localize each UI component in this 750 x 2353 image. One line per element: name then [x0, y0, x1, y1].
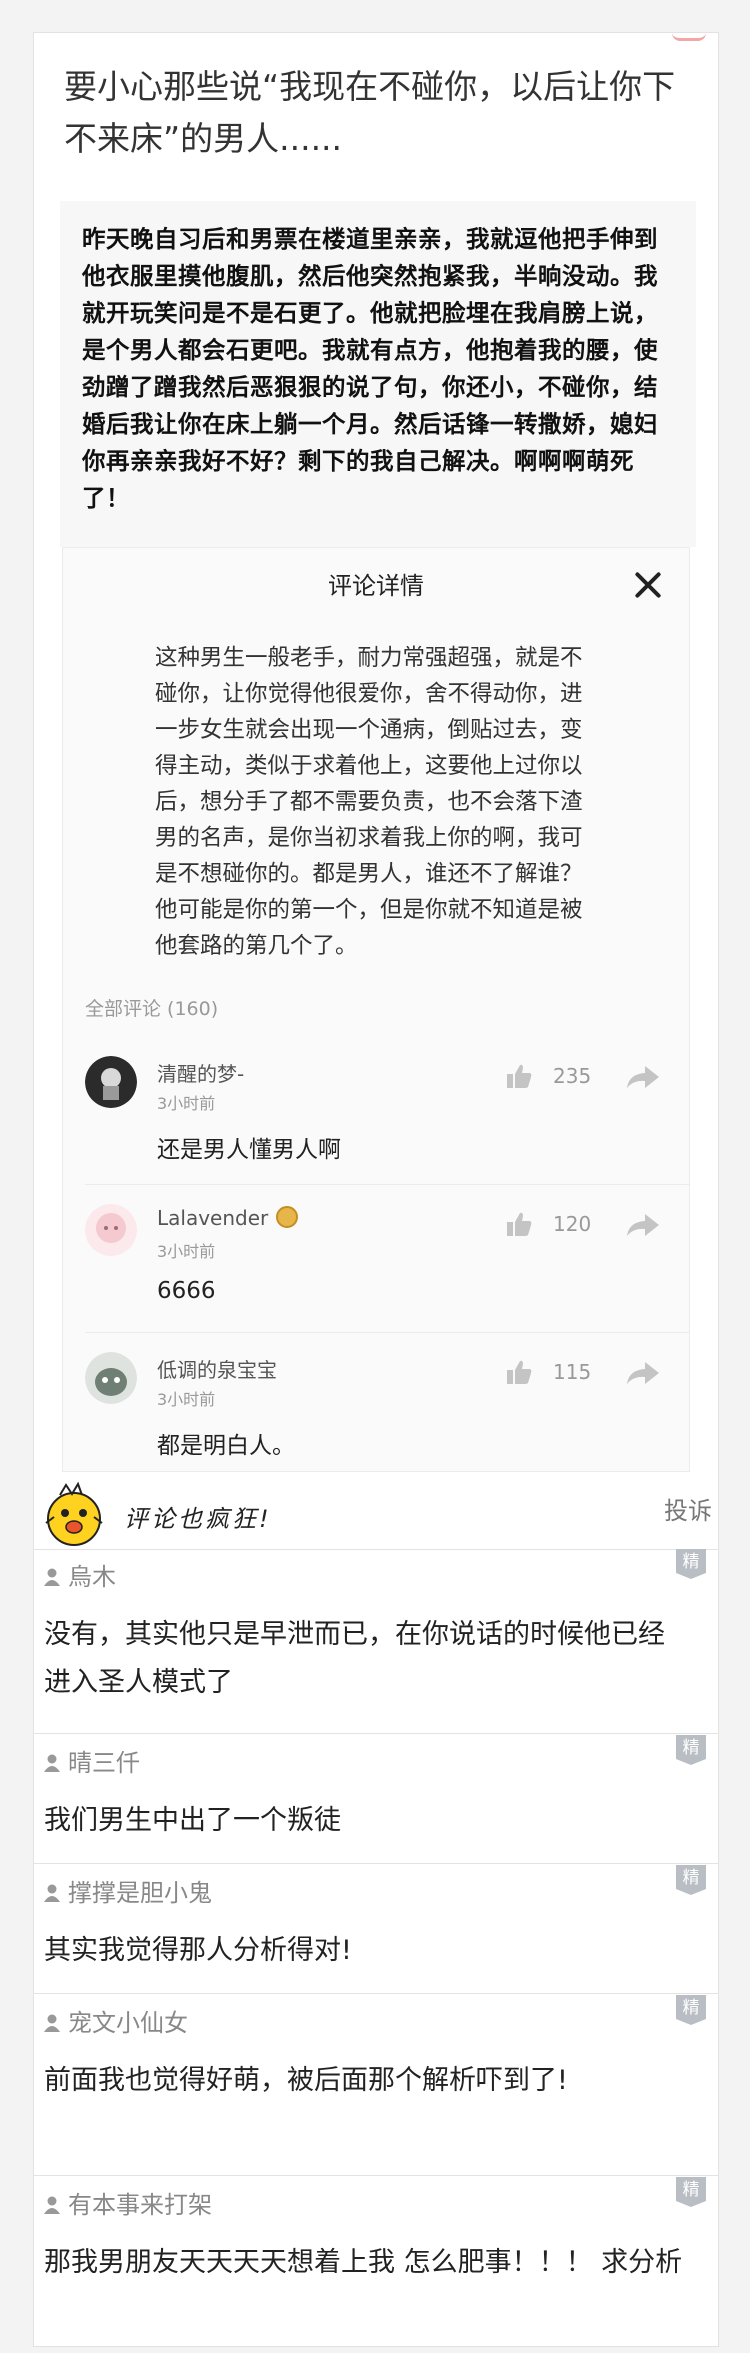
reply-author[interactable]: 晴三仟	[44, 1743, 140, 1778]
share-arrow-icon[interactable]	[625, 1360, 661, 1386]
like-count: 115	[553, 1360, 592, 1384]
all-comments-count[interactable]: 全部评论 (160)	[85, 994, 218, 1021]
reply-item: 撑撑是胆小鬼 精 其实我觉得那人分析得对!	[34, 1865, 718, 1993]
close-icon[interactable]	[633, 570, 663, 600]
user-icon	[44, 1884, 60, 1902]
thumbs-up-icon[interactable]	[505, 1210, 533, 1238]
story-screenshot: 昨天晚自习后和男票在楼道里亲亲，我就逗他把手伸到他衣服里摸他腹肌，然后他突然抱紧…	[60, 201, 696, 547]
featured-badge: 精	[676, 1865, 706, 1895]
comment-item: 低调的泉宝宝 3小时前 115 都是明白人。	[63, 1332, 689, 1482]
reply-text: 那我男朋友天天天天想着上我 怎么肥事！！！ 求分析	[44, 2247, 683, 2278]
comment-time: 3小时前	[157, 1390, 216, 1409]
panel-title: 评论详情	[328, 572, 424, 600]
crazy-comments-header: 评论也疯狂! 投诉	[36, 1479, 720, 1549]
comment-author[interactable]: 清醒的梦-	[157, 1058, 244, 1087]
reply-item: 晴三仟 精 我们男生中出了一个叛徒	[34, 1735, 718, 1863]
user-icon	[44, 1754, 60, 1772]
comment-item: Lalavender 3小时前 120 6666	[63, 1184, 689, 1334]
featured-badge: 精	[676, 2177, 706, 2207]
reply-author-name: 晴三仟	[68, 1749, 140, 1777]
share-arrow-icon[interactable]	[625, 1064, 661, 1090]
thumbs-up-icon[interactable]	[505, 1358, 533, 1386]
reply-author-name: 撑撑是胆小鬼	[68, 1879, 212, 1907]
reply-text: 我们男生中出了一个叛徒	[44, 1805, 341, 1836]
divider	[34, 2175, 718, 2176]
comment-author[interactable]: Lalavender	[157, 1206, 299, 1230]
reply-author[interactable]: 撑撑是胆小鬼	[44, 1873, 212, 1908]
reply-item: 烏木 精 没有，其实他只是早泄而已，在你说话的时候他已经进入圣人模式了	[34, 1549, 718, 1731]
reply-author[interactable]: 烏木	[44, 1557, 116, 1592]
comment-author[interactable]: 低调的泉宝宝	[157, 1354, 277, 1383]
divider	[85, 1184, 689, 1185]
yellow-chick-icon	[45, 1481, 103, 1546]
medal-icon	[276, 1206, 299, 1228]
post-card: 要小心那些说“我现在不碰你，以后让你下不来床”的男人...... 昨天晚自习后和…	[33, 32, 719, 2347]
avatar[interactable]	[85, 1056, 137, 1108]
avatar[interactable]	[85, 1204, 137, 1256]
like-count: 120	[553, 1212, 592, 1236]
divider	[34, 1733, 718, 1734]
corner-decoration	[672, 33, 706, 41]
divider	[34, 1993, 718, 1994]
comment-time: 3小时前	[157, 1094, 216, 1113]
reply-author-name: 宠文小仙女	[68, 2009, 188, 2037]
featured-badge: 精	[676, 1549, 706, 1579]
user-icon	[44, 2196, 60, 2214]
comment-detail-panel: 评论详情 这种男生一般老手，耐力常强超强，就是不碰你，让你觉得他很爱你，舍不得动…	[62, 547, 690, 1472]
avatar[interactable]	[85, 1352, 137, 1404]
comment-text: 都是明白人。	[157, 1433, 295, 1459]
reply-author[interactable]: 有本事来打架	[44, 2185, 212, 2220]
comment-item: 清醒的梦- 3小时前 235 还是男人懂男人啊	[63, 1036, 689, 1186]
comment-author-label: Lalavender	[157, 1206, 269, 1230]
comment-time: 3小时前	[157, 1242, 216, 1261]
user-icon	[44, 1568, 60, 1586]
reply-author-name: 有本事来打架	[68, 2191, 212, 2219]
section-title: 评论也疯狂!	[124, 1505, 272, 1533]
featured-badge: 精	[676, 1995, 706, 2025]
reply-text: 其实我觉得那人分析得对!	[44, 1935, 352, 1966]
reply-author[interactable]: 宠文小仙女	[44, 2003, 188, 2038]
post-title: 要小心那些说“我现在不碰你，以后让你下不来床”的男人......	[64, 67, 676, 158]
user-icon	[44, 2014, 60, 2032]
featured-badge: 精	[676, 1735, 706, 1765]
reply-author-name: 烏木	[68, 1563, 116, 1591]
comment-text: 还是男人懂男人啊	[157, 1137, 341, 1163]
comment-text: 6666	[157, 1278, 216, 1304]
reply-item: 有本事来打架 精 那我男朋友天天天天想着上我 怎么肥事！！！ 求分析	[34, 2177, 718, 2347]
divider	[85, 1332, 689, 1333]
analysis-comment: 这种男生一般老手，耐力常强超强，就是不碰你，让你觉得他很爱你，舍不得动你，进一步…	[155, 645, 583, 959]
report-link[interactable]: 投诉	[664, 1491, 712, 1526]
like-count: 235	[553, 1064, 592, 1088]
reply-text: 前面我也觉得好萌，被后面那个解析吓到了!	[44, 2065, 568, 2096]
divider	[34, 1863, 718, 1864]
reply-item: 宠文小仙女 精 前面我也觉得好萌，被后面那个解析吓到了!	[34, 1995, 718, 2175]
reply-text: 没有，其实他只是早泄而已，在你说话的时候他已经进入圣人模式了	[44, 1619, 665, 1698]
share-arrow-icon[interactable]	[625, 1212, 661, 1238]
thumbs-up-icon[interactable]	[505, 1062, 533, 1090]
